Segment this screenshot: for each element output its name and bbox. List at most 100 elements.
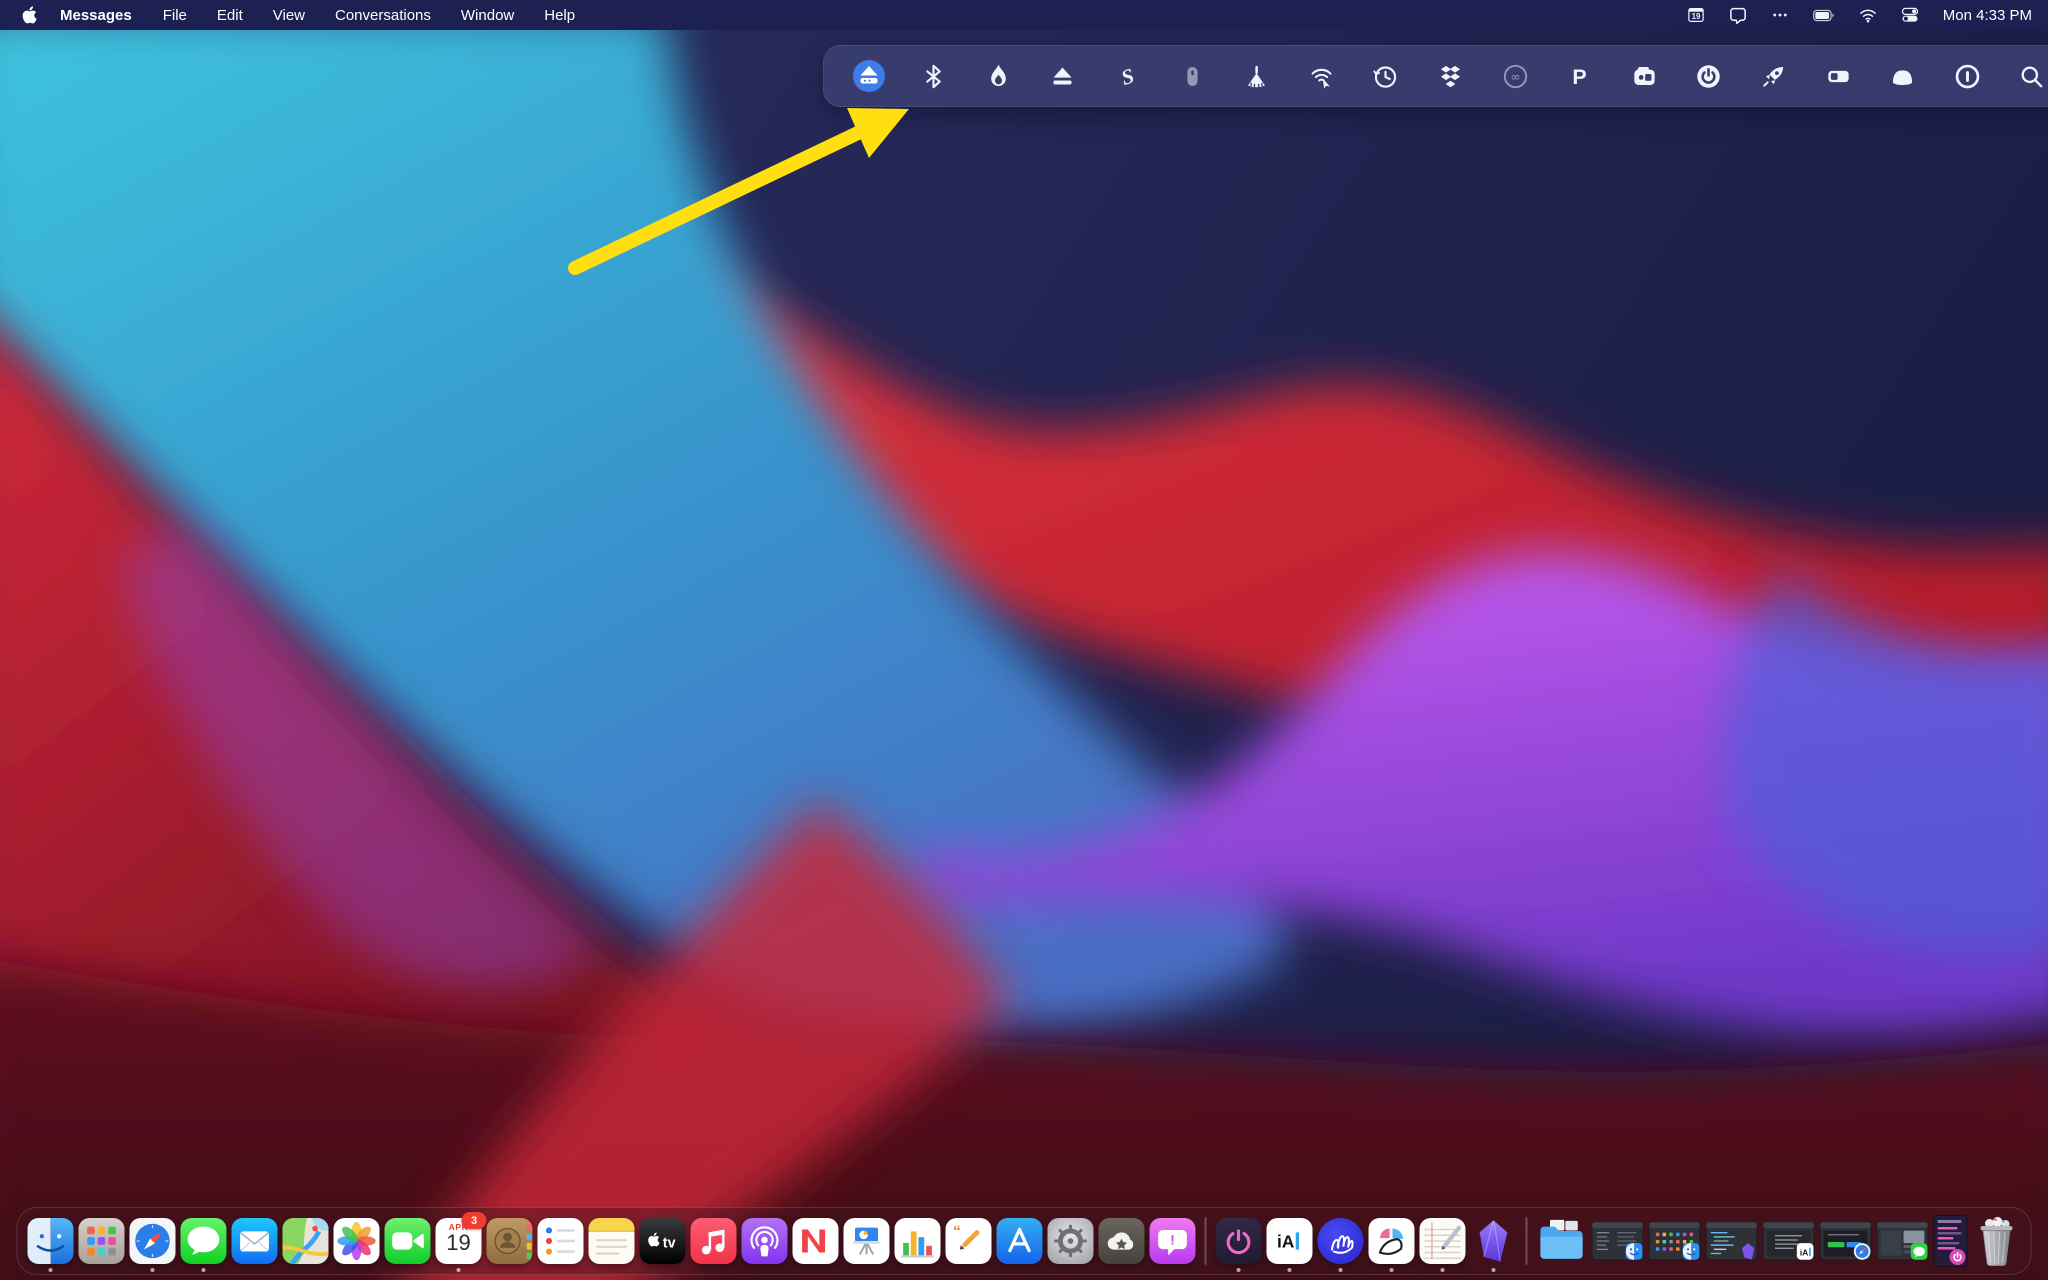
hand-sketch-app-icon — [1317, 1218, 1364, 1264]
wifi-icon[interactable] — [1859, 8, 1877, 23]
dock-app-store[interactable] — [996, 1210, 1043, 1272]
jettison-icon[interactable] — [852, 57, 886, 95]
menu-bar-menus: Messages File Edit View Conversations Window… — [16, 6, 590, 24]
dock-section-files-and-windows: iA — [1537, 1210, 2021, 1272]
mouse-icon[interactable] — [1175, 57, 1209, 95]
script-icon[interactable]: S — [1110, 57, 1144, 95]
dock-pages[interactable]: “ — [945, 1210, 992, 1272]
dock-minimized-window-safari[interactable] — [1819, 1210, 1872, 1272]
dock-calendar[interactable]: APR 19 3 — [435, 1210, 487, 1272]
notepad-app-icon — [1419, 1218, 1466, 1264]
trash-icon — [1973, 1215, 2021, 1267]
duster-icon[interactable] — [1240, 57, 1274, 95]
creative-cloud-icon[interactable]: ∞ — [1498, 57, 1532, 95]
parcel-icon[interactable]: P — [1563, 57, 1597, 95]
onepassword-icon[interactable] — [1950, 57, 1984, 95]
running-indicator-dot — [456, 1268, 461, 1272]
dock-numbers[interactable] — [894, 1210, 941, 1272]
maps-icon — [282, 1218, 329, 1264]
dock-tv[interactable]: tv — [639, 1210, 686, 1272]
dock-photos[interactable] — [333, 1210, 380, 1272]
dock-launchpad[interactable] — [78, 1210, 125, 1272]
battery-icon[interactable] — [1813, 9, 1835, 22]
svg-text:P: P — [1573, 64, 1587, 88]
dock-minimized-window-messages[interactable] — [1876, 1210, 1929, 1272]
time-machine-icon[interactable] — [1369, 57, 1403, 95]
safari-icon — [129, 1218, 176, 1264]
desktop: Messages File Edit View Conversations Window… — [0, 0, 2048, 1280]
launchpad-icon — [78, 1218, 125, 1264]
dock-finder[interactable] — [27, 1210, 74, 1272]
dock-notes[interactable] — [588, 1210, 635, 1272]
dock-system-preferences[interactable] — [1047, 1210, 1094, 1272]
menu-help[interactable]: Help — [544, 7, 575, 24]
calendar-day-label: 19 — [446, 1230, 471, 1255]
dock-downloads-folder[interactable] — [1537, 1210, 1587, 1272]
dock-minimized-window-session[interactable] — [1933, 1210, 1968, 1272]
bluetooth-icon[interactable] — [917, 57, 951, 95]
dock-reminders[interactable] — [537, 1210, 584, 1272]
alert-bubble-app-icon: ! — [1149, 1218, 1196, 1264]
dock-maps[interactable] — [282, 1210, 329, 1272]
contacts-icon — [486, 1218, 533, 1264]
power-circle-icon[interactable] — [1692, 57, 1726, 95]
mail-icon — [231, 1218, 278, 1264]
dock-minimized-window-finder-list[interactable] — [1591, 1210, 1644, 1272]
minimized-window-finder-grid-icon — [1648, 1221, 1701, 1261]
menu-view[interactable]: View — [273, 7, 305, 24]
dock-minimized-window-code[interactable] — [1705, 1210, 1758, 1272]
search-icon[interactable] — [2015, 57, 2048, 95]
pointer-flag-icon[interactable] — [1729, 6, 1747, 24]
dock-cloud-star-app[interactable] — [1098, 1210, 1145, 1272]
menu-window[interactable]: Window — [461, 7, 514, 24]
rocket-icon[interactable] — [1757, 57, 1791, 95]
dock-pie-chart-app[interactable] — [1368, 1210, 1415, 1272]
menu-extras-bar: S ∞ P — [823, 45, 2048, 107]
menu-conversations[interactable]: Conversations — [335, 7, 431, 24]
control-center-icon[interactable] — [1901, 6, 1919, 24]
flame-icon[interactable] — [981, 57, 1015, 95]
music-icon — [690, 1218, 737, 1264]
dock-keynote[interactable] — [843, 1210, 890, 1272]
dock-obsidian[interactable] — [1471, 1210, 1517, 1272]
dock-trash[interactable] — [1973, 1210, 2021, 1272]
svg-text:!: ! — [1170, 1232, 1174, 1247]
dock-hand-sketch-app[interactable] — [1317, 1210, 1364, 1272]
apple-menu-icon[interactable] — [16, 6, 42, 24]
dock-podcasts[interactable] — [741, 1210, 788, 1272]
dock-contacts[interactable] — [486, 1210, 533, 1272]
more-ellipsis-icon[interactable] — [1771, 6, 1789, 24]
dropbox-icon[interactable] — [1433, 57, 1467, 95]
dock-alert-bubble-app[interactable]: ! — [1149, 1210, 1196, 1272]
dock-session-app[interactable] — [1215, 1210, 1262, 1272]
minimized-window-ia-writer-icon: iA — [1762, 1221, 1815, 1261]
reminders-icon — [537, 1218, 584, 1264]
dock-music[interactable] — [690, 1210, 737, 1272]
ia-writer-icon: iA — [1266, 1218, 1313, 1264]
dock-ia-writer[interactable]: iA — [1266, 1210, 1313, 1272]
running-indicator-dot — [1389, 1268, 1394, 1272]
running-indicator-dot — [150, 1268, 155, 1272]
running-indicator-dot — [1491, 1268, 1496, 1272]
dock-section-running-apps: iA — [1215, 1210, 1517, 1272]
dock-safari[interactable] — [129, 1210, 176, 1272]
dome-icon[interactable] — [1886, 57, 1920, 95]
eject-icon[interactable] — [1046, 57, 1080, 95]
wifi-scanner-icon[interactable] — [1304, 57, 1338, 95]
dock-news[interactable] — [792, 1210, 839, 1272]
dock-minimized-window-ia-writer[interactable]: iA — [1762, 1210, 1815, 1272]
dock-mail[interactable] — [231, 1210, 278, 1272]
dock-minimized-window-finder-grid[interactable] — [1648, 1210, 1701, 1272]
dock-facetime[interactable] — [384, 1210, 431, 1272]
active-app-menu[interactable]: Messages — [60, 7, 132, 24]
menu-file[interactable]: File — [163, 7, 187, 24]
dock-messages[interactable] — [180, 1210, 227, 1272]
dock-notepad-app[interactable] — [1419, 1210, 1466, 1272]
news-icon — [792, 1218, 839, 1264]
calendar-menu-icon[interactable]: 19 — [1687, 6, 1705, 24]
menu-edit[interactable]: Edit — [217, 7, 243, 24]
wallet-icon[interactable] — [1627, 57, 1661, 95]
toggle-switch-icon[interactable] — [1821, 57, 1855, 95]
menu-bar-clock[interactable]: Mon 4:33 PM — [1943, 7, 2032, 24]
svg-text:tv: tv — [663, 1236, 676, 1252]
